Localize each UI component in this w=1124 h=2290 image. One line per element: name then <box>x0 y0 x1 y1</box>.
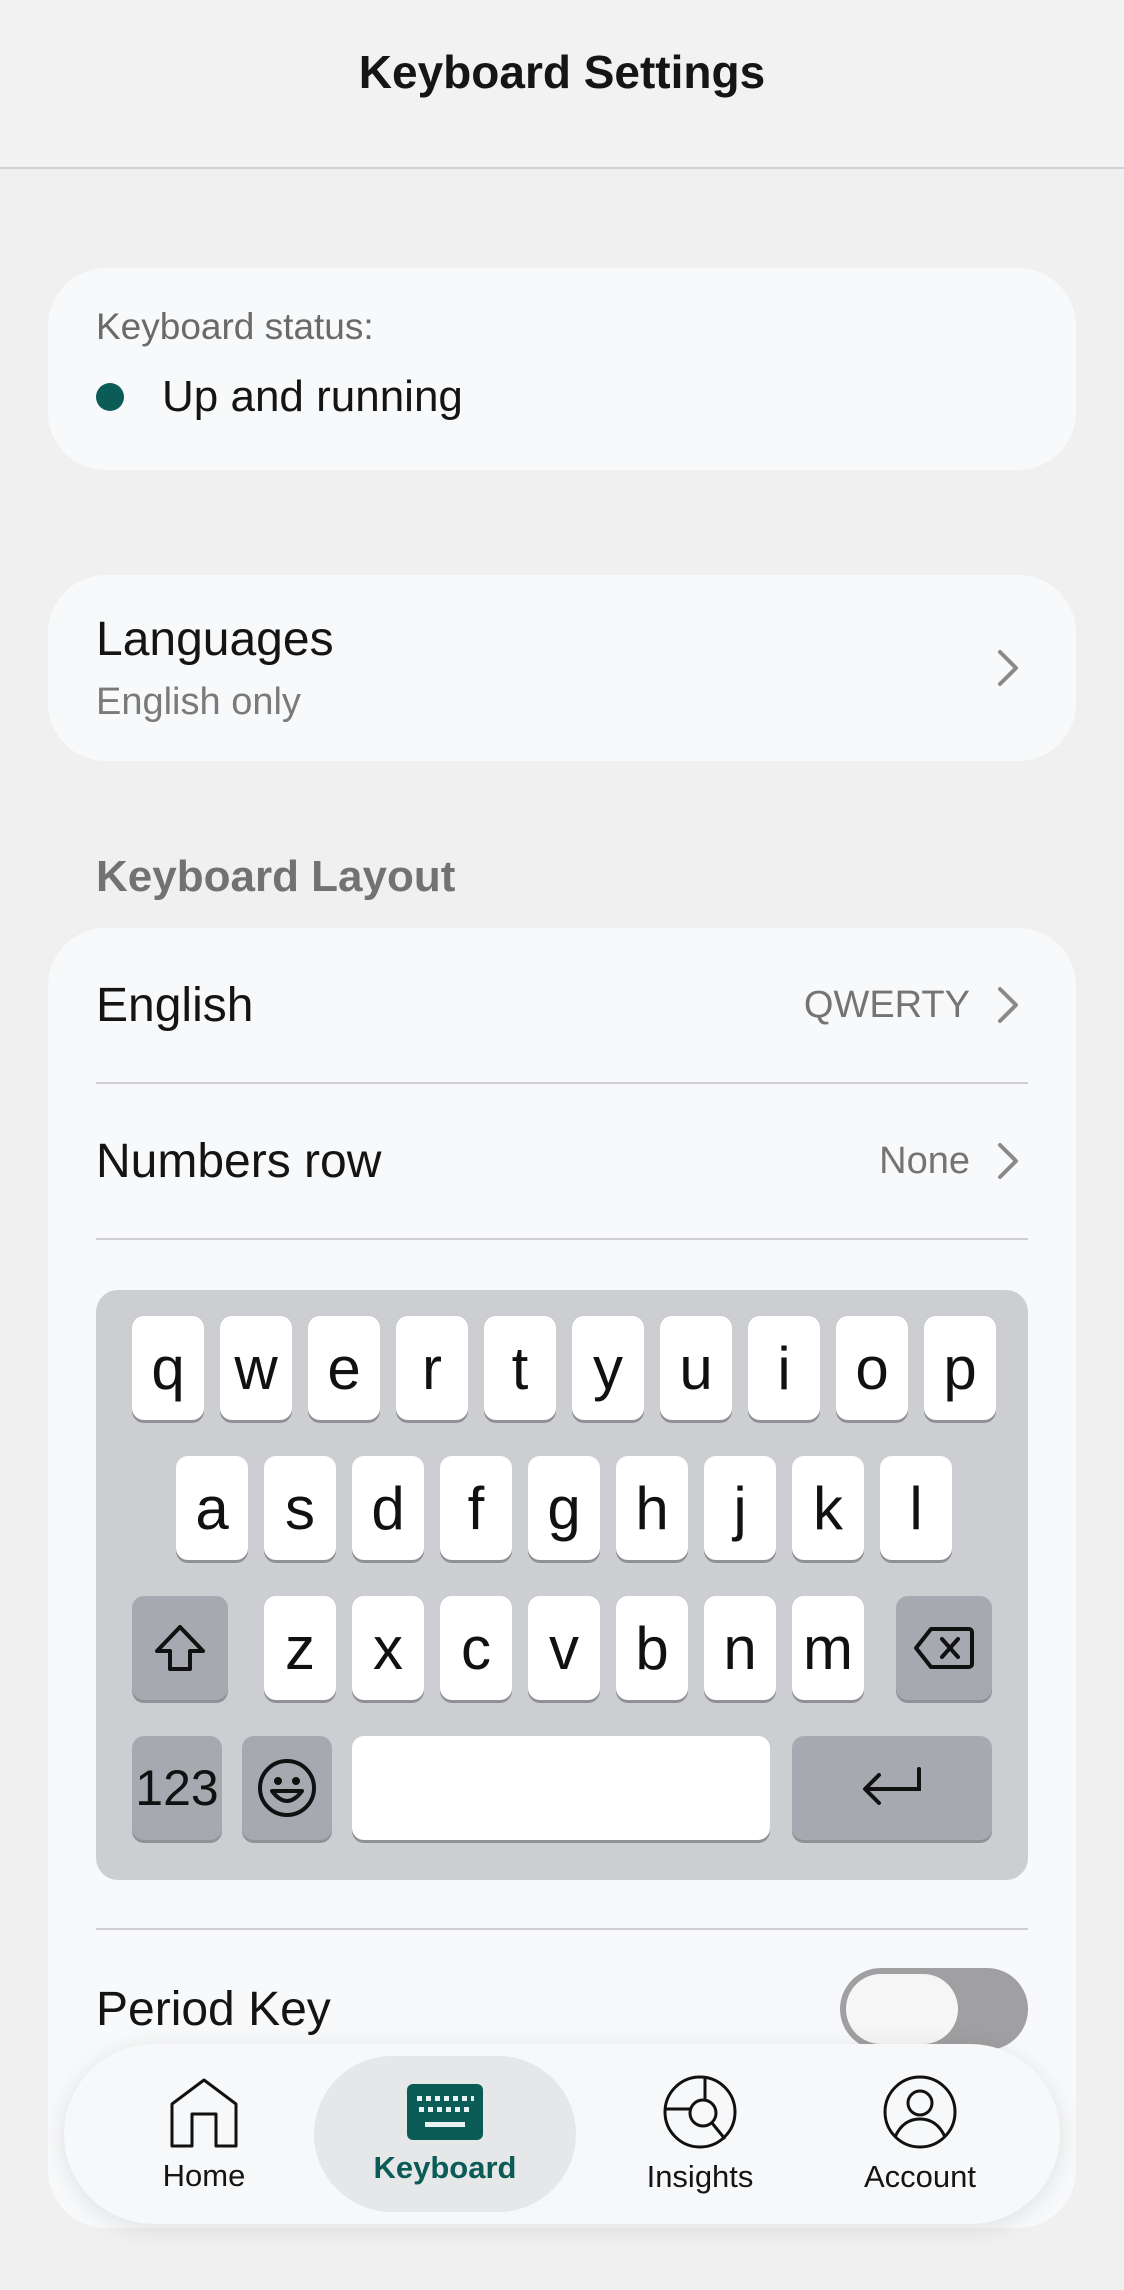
key-a: a <box>176 1456 248 1560</box>
key-l: l <box>880 1456 952 1560</box>
nav-item-label: Account <box>863 2159 976 2194</box>
languages-title: Languages <box>96 613 334 666</box>
key-j: j <box>704 1456 776 1560</box>
space-key <box>352 1736 770 1840</box>
layout-row-label: Numbers row <box>96 1134 382 1188</box>
key-q: q <box>132 1316 204 1420</box>
nav-item-keyboard[interactable]: Keyboard <box>314 2056 576 2212</box>
key-d: d <box>352 1456 424 1560</box>
insights-icon <box>663 2075 737 2149</box>
page-title: Keyboard Settings <box>358 45 766 98</box>
key-o: o <box>836 1316 908 1420</box>
section-title-keyboard-layout: Keyboard Layout <box>96 852 456 901</box>
return-icon <box>863 1767 921 1805</box>
shift-icon <box>155 1625 205 1671</box>
key-x: x <box>352 1596 424 1700</box>
backspace-icon <box>914 1627 974 1669</box>
languages-subtitle: English only <box>96 681 301 723</box>
key-b: b <box>616 1596 688 1700</box>
bottom-nav: Home Keyboard Insights Account <box>64 2044 1060 2224</box>
toggle-knob <box>846 1974 958 2044</box>
key-z: z <box>264 1596 336 1700</box>
numbers-key: 123 <box>132 1736 222 1840</box>
chevron-right-icon <box>988 985 1028 1025</box>
status-label: Keyboard status: <box>96 306 374 347</box>
nav-item-home[interactable]: Home <box>104 2044 304 2224</box>
nav-item-account[interactable]: Account <box>820 2044 1020 2224</box>
chevron-right-icon <box>988 648 1028 688</box>
key-n: n <box>704 1596 776 1700</box>
emoji-key <box>242 1736 332 1840</box>
key-f: f <box>440 1456 512 1560</box>
period-key-toggle[interactable] <box>840 1968 1028 2050</box>
status-row: Up and running <box>96 372 1028 422</box>
key-t: t <box>484 1316 556 1420</box>
nav-item-label: Keyboard <box>373 2150 517 2185</box>
key-u: u <box>660 1316 732 1420</box>
top-bar: Keyboard Settings <box>0 0 1124 169</box>
nav-item-insights[interactable]: Insights <box>580 2044 820 2224</box>
account-icon <box>883 2075 957 2149</box>
layout-row-value: None <box>879 1139 970 1182</box>
layout-row-value: QWERTY <box>803 983 970 1026</box>
keyboard-layout-card: English QWERTY Numbers row None 123 q w … <box>48 928 1076 2228</box>
layout-row-label: English <box>96 978 254 1032</box>
key-m: m <box>792 1596 864 1700</box>
key-y: y <box>572 1316 644 1420</box>
key-w: w <box>220 1316 292 1420</box>
shift-key <box>132 1596 228 1700</box>
nav-item-label: Home <box>162 2158 246 2193</box>
key-g: g <box>528 1456 600 1560</box>
key-k: k <box>792 1456 864 1560</box>
emoji-icon <box>258 1759 316 1817</box>
languages-row[interactable]: Languages English only <box>48 575 1076 761</box>
backspace-key <box>896 1596 992 1700</box>
key-r: r <box>396 1316 468 1420</box>
home-icon <box>170 2078 238 2148</box>
layout-row-numbers[interactable]: Numbers row None <box>96 1084 1028 1240</box>
key-s: s <box>264 1456 336 1560</box>
key-e: e <box>308 1316 380 1420</box>
key-c: c <box>440 1596 512 1700</box>
key-i: i <box>748 1316 820 1420</box>
status-dot-icon <box>96 383 124 411</box>
languages-text: Languages English only <box>96 612 334 724</box>
return-key <box>792 1736 992 1840</box>
keyboard-icon <box>407 2084 483 2140</box>
key-v: v <box>528 1596 600 1700</box>
key-h: h <box>616 1456 688 1560</box>
keyboard-status-card: Keyboard status: Up and running <box>48 268 1076 470</box>
chevron-right-icon <box>988 1141 1028 1181</box>
nav-item-label: Insights <box>646 2159 754 2194</box>
layout-row-english[interactable]: English QWERTY <box>96 928 1028 1084</box>
keyboard-preview: 123 qwertyuiop asdfghjkl zxcvbnm <box>96 1290 1028 1880</box>
key-p: p <box>924 1316 996 1420</box>
status-value: Up and running <box>162 372 463 421</box>
period-key-label: Period Key <box>96 1982 331 2036</box>
